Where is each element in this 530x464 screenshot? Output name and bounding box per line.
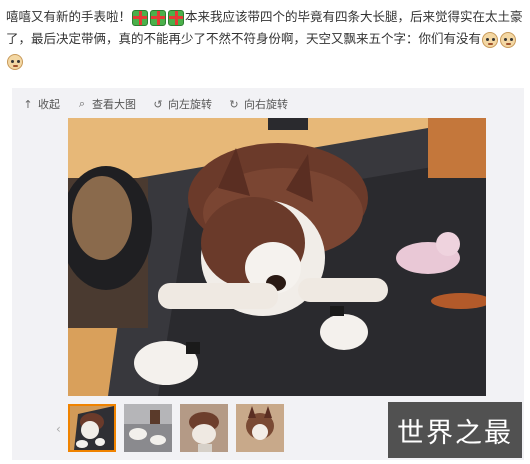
thumbnail-1[interactable]	[68, 404, 116, 452]
dog-photo-image	[68, 118, 486, 396]
watermark: 世界之最	[388, 402, 522, 458]
doge-emoji-icon	[7, 53, 23, 70]
thumb-prev-arrow-icon[interactable]: ‹	[56, 422, 61, 436]
rotate-right-button[interactable]: ↻ 向右旋转	[228, 96, 288, 112]
thumbnail-2[interactable]	[124, 404, 172, 452]
thumbnail-image	[70, 406, 114, 450]
rotate-right-label: 向右旋转	[244, 98, 288, 111]
rotate-left-icon: ↺	[153, 97, 163, 111]
post-text: 嘻嘻又有新的手表啦！ 本来我应该带四个的毕竟有四条大长腿，后来觉得实在太土豪了，最…	[6, 6, 526, 72]
thumbnail-image	[180, 404, 228, 452]
collapse-button[interactable]: ↑ 收起	[22, 96, 60, 112]
gift-emoji-icon	[132, 9, 149, 26]
media-toolbar: ↑ 收起 ⌕ 查看大图 ↺ 向左旋转 ↻ 向右旋转	[22, 94, 288, 114]
gift-emoji-icon	[150, 9, 167, 26]
view-large-label: 查看大图	[92, 98, 136, 111]
doge-emoji-icon	[500, 31, 517, 48]
thumbnail-strip	[68, 404, 284, 452]
collapse-label: 收起	[38, 98, 60, 111]
thumbnail-3[interactable]	[180, 404, 228, 452]
post-text-segment-1: 嘻嘻又有新的手表啦！	[6, 9, 132, 24]
thumbnail-4[interactable]	[236, 404, 284, 452]
collapse-arrow-icon: ↑	[23, 97, 33, 111]
doge-emoji-icon	[482, 31, 499, 48]
thumbnail-image	[124, 404, 172, 452]
main-photo[interactable]	[68, 118, 486, 396]
view-large-button[interactable]: ⌕ 查看大图	[76, 96, 136, 112]
gift-emoji-icon	[168, 9, 185, 26]
thumbnail-image	[236, 404, 284, 452]
rotate-left-button[interactable]: ↺ 向左旋转	[152, 96, 212, 112]
magnifier-icon: ⌕	[78, 97, 86, 110]
rotate-left-label: 向左旋转	[168, 98, 212, 111]
rotate-right-icon: ↻	[229, 97, 239, 111]
